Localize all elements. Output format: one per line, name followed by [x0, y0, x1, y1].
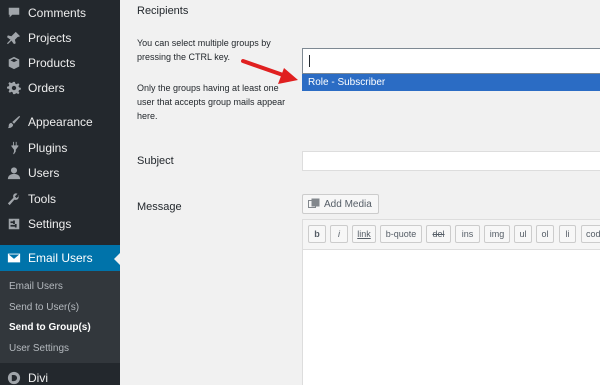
qt-italic-button[interactable]: i — [330, 225, 348, 243]
subject-input[interactable] — [302, 151, 600, 171]
pin-icon — [6, 30, 22, 46]
sidebar-item-label: Settings — [28, 217, 72, 231]
help-line: pressing the CTRL key. — [137, 52, 231, 62]
comments-icon — [6, 5, 22, 21]
submenu-item-send-to-users[interactable]: Send to User(s) — [9, 302, 79, 313]
sidebar-item-label: Projects — [28, 31, 72, 45]
qt-ins-button[interactable]: ins — [455, 225, 480, 243]
sidebar-item-orders[interactable]: Orders — [0, 75, 120, 101]
qt-bold-button[interactable]: b — [308, 225, 326, 243]
recipients-help-multiple: You can select multiple groups by pressi… — [137, 36, 271, 64]
help-line: user that accepts group mails appear — [137, 97, 286, 107]
add-media-button[interactable]: Add Media — [302, 194, 379, 214]
gear-icon — [6, 80, 22, 96]
submenu-item-email-users[interactable]: Email Users — [9, 281, 63, 292]
qt-li-button[interactable]: li — [559, 225, 576, 243]
sidebar-item-products[interactable]: Products — [0, 50, 120, 76]
subject-label: Subject — [137, 155, 174, 167]
qt-code-button[interactable]: code — [581, 225, 600, 243]
add-media-label: Add Media — [324, 198, 372, 210]
sidebar-item-tools[interactable]: Tools — [0, 186, 120, 212]
plug-icon — [6, 140, 22, 156]
qt-link-button[interactable]: link — [352, 225, 376, 243]
email-icon — [6, 250, 22, 266]
recipients-heading: Recipients — [137, 5, 189, 17]
sidebar-item-label: Tools — [28, 192, 57, 206]
box-icon — [6, 55, 22, 71]
sidebar-item-label: Divi — [28, 371, 48, 385]
text-cursor — [309, 55, 310, 67]
sidebar-item-plugins[interactable]: Plugins — [0, 135, 120, 161]
help-line: here. — [137, 111, 158, 121]
sidebar-item-label: Plugins — [28, 141, 68, 155]
qt-img-button[interactable]: img — [484, 225, 510, 243]
email-users-submenu: Email Users Send to User(s) Send to Grou… — [0, 271, 120, 363]
qt-ul-button[interactable]: ul — [514, 225, 532, 243]
sidebar-item-label: Appearance — [28, 115, 93, 129]
sidebar-item-divi[interactable]: Divi — [0, 365, 120, 385]
message-editor[interactable] — [302, 249, 600, 385]
settings-icon — [6, 216, 22, 232]
sidebar-item-label: Email Users — [28, 251, 93, 265]
admin-sidebar: Comments Projects Products Orders Appear… — [0, 0, 120, 385]
sidebar-item-email-users[interactable]: Email Users — [0, 245, 120, 271]
active-indicator-arrow — [114, 253, 120, 265]
user-icon — [6, 165, 22, 181]
divi-icon — [6, 370, 22, 385]
recipients-select[interactable] — [302, 48, 600, 74]
sidebar-item-projects[interactable]: Projects — [0, 25, 120, 51]
sidebar-item-settings[interactable]: Settings — [0, 211, 120, 237]
help-line: You can select multiple groups by — [137, 38, 271, 48]
submenu-item-user-settings[interactable]: User Settings — [9, 343, 69, 354]
brush-icon — [6, 114, 22, 130]
sidebar-item-comments[interactable]: Comments — [0, 0, 120, 26]
sidebar-item-users[interactable]: Users — [0, 160, 120, 186]
sidebar-item-label: Comments — [28, 6, 87, 20]
sidebar-item-appearance[interactable]: Appearance — [0, 109, 120, 135]
sidebar-item-label: Products — [28, 56, 76, 70]
qt-del-button[interactable]: del — [426, 225, 451, 243]
submenu-item-send-to-groups[interactable]: Send to Group(s) — [9, 322, 91, 333]
sidebar-item-label: Orders — [28, 81, 65, 95]
sidebar-item-label: Users — [28, 166, 60, 180]
recipients-help-groups: Only the groups having at least one user… — [137, 81, 285, 123]
message-label: Message — [137, 201, 182, 213]
editor-quicktags-toolbar: b i link b-quote del ins img ul ol li co… — [302, 219, 600, 249]
wrench-icon — [6, 191, 22, 207]
help-line: Only the groups having at least one — [137, 83, 279, 93]
media-icon — [308, 198, 320, 208]
dropdown-option-role-subscriber[interactable]: Role - Subscriber — [302, 74, 600, 91]
qt-ol-button[interactable]: ol — [536, 225, 554, 243]
qt-blockquote-button[interactable]: b-quote — [380, 225, 422, 243]
